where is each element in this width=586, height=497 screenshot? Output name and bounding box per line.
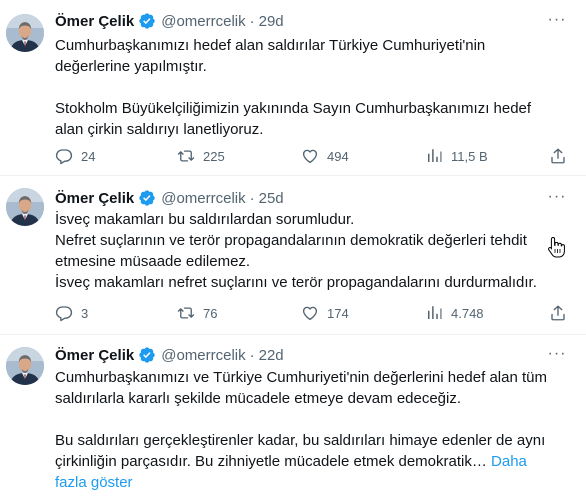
like-button[interactable]: 174	[301, 303, 349, 323]
views-count: 4.748	[451, 305, 484, 321]
reply-count: 3	[81, 305, 89, 321]
separator-dot: ·	[249, 12, 255, 30]
reply-button[interactable]: 3	[55, 303, 88, 323]
tweet-header: Ömer Çelik @omerrcelik · 22d	[55, 345, 284, 365]
text-line: İsveç makamları nefret suçlarını ve terö…	[55, 274, 537, 291]
avatar[interactable]	[6, 188, 44, 226]
text-line: çirkinliğin parçasıdır. Bu zihniyetle mü…	[55, 453, 487, 470]
retweet-button[interactable]: 76	[177, 303, 217, 323]
more-options-icon[interactable]: ···	[546, 344, 568, 364]
reply-count: 24	[81, 148, 96, 164]
text-line: alan çirkin saldırıyı lanetliyoruz.	[55, 121, 264, 138]
tweet-text: Cumhurbaşkanımızı hedef alan saldırılar …	[55, 35, 565, 140]
reply-icon	[55, 304, 73, 322]
author-name[interactable]: Ömer Çelik	[55, 347, 134, 364]
tweet-2[interactable]: Ömer Çelik @omerrcelik · 25d ··· İsveç m…	[0, 177, 586, 335]
tweet-header: Ömer Çelik @omerrcelik · 25d	[55, 188, 284, 208]
views-button[interactable]: 11,5 B	[425, 146, 488, 166]
retweet-icon	[177, 304, 195, 322]
author-handle[interactable]: @omerrcelik	[161, 347, 245, 364]
tweet-actions: 3 76 174 4.748	[55, 303, 575, 323]
avatar-image	[6, 188, 44, 226]
author-name[interactable]: Ömer Çelik	[55, 190, 134, 207]
views-icon	[425, 147, 443, 165]
like-count: 174	[327, 305, 349, 321]
text-line: etmesine müsaade edilemez.	[55, 253, 251, 270]
avatar[interactable]	[6, 14, 44, 52]
verified-badge-icon	[138, 346, 156, 364]
text-line: saldırılarla kararlı şekilde mücadele et…	[55, 390, 462, 407]
more-options-icon[interactable]: ···	[546, 10, 568, 30]
show-more-link[interactable]: Daha	[491, 453, 527, 470]
views-count: 11,5 B	[451, 148, 488, 164]
text-line: değerlerine yapılmıştır.	[55, 58, 207, 75]
tweet-3[interactable]: Ömer Çelik @omerrcelik · 22d ··· Cumhurb…	[0, 336, 586, 497]
text-line: Cumhurbaşkanımızı ve Türkiye Cumhuriyeti…	[55, 369, 547, 386]
reply-button[interactable]: 24	[55, 146, 95, 166]
like-button[interactable]: 494	[301, 146, 349, 166]
tweet-timestamp[interactable]: 29d	[259, 13, 284, 30]
text-line: Bu saldırıları gerçekleştirenler kadar, …	[55, 432, 546, 449]
tweet-header: Ömer Çelik @omerrcelik · 29d	[55, 11, 284, 31]
share-button[interactable]	[549, 146, 575, 166]
separator-dot: ·	[249, 346, 255, 364]
author-handle[interactable]: @omerrcelik	[161, 13, 245, 30]
more-options-icon[interactable]: ···	[546, 187, 568, 207]
text-line: Nefret suçlarının ve terör propagandalar…	[55, 232, 527, 249]
share-icon	[549, 147, 567, 165]
tweet-text: İsveç makamları bu saldırılardan sorumlu…	[55, 209, 565, 293]
views-icon	[425, 304, 443, 322]
author-handle[interactable]: @omerrcelik	[161, 190, 245, 207]
tweet-timestamp[interactable]: 22d	[259, 347, 284, 364]
text-line: Stokholm Büyükelçiliğimizin yakınında Sa…	[55, 100, 532, 117]
like-icon	[301, 304, 319, 322]
like-icon	[301, 147, 319, 165]
avatar-image	[6, 347, 44, 385]
text-line: Cumhurbaşkanımızı hedef alan saldırılar …	[55, 37, 486, 54]
retweet-icon	[177, 147, 195, 165]
text-line: İsveç makamları bu saldırılardan sorumlu…	[55, 211, 355, 228]
text-line-with-link: çirkinliğin parçasıdır. Bu zihniyetle mü…	[55, 451, 565, 472]
retweet-count: 225	[203, 148, 225, 164]
hand-cursor-icon	[548, 236, 565, 258]
avatar-image	[6, 14, 44, 52]
verified-badge-icon	[138, 189, 156, 207]
like-count: 494	[327, 148, 349, 164]
verified-badge-icon	[138, 12, 156, 30]
avatar[interactable]	[6, 347, 44, 385]
tweet-timestamp[interactable]: 25d	[259, 190, 284, 207]
show-more-link-line: fazla göster	[55, 472, 565, 493]
tweet-1[interactable]: Ömer Çelik @omerrcelik · 29d ··· Cumhurb…	[0, 0, 586, 176]
retweet-button[interactable]: 225	[177, 146, 225, 166]
views-button[interactable]: 4.748	[425, 303, 484, 323]
retweet-count: 76	[203, 305, 218, 321]
share-icon	[549, 304, 567, 322]
tweet-actions: 24 225 494 11,5 B	[55, 146, 575, 166]
share-button[interactable]	[549, 303, 575, 323]
author-name[interactable]: Ömer Çelik	[55, 13, 134, 30]
tweet-text: Cumhurbaşkanımızı ve Türkiye Cumhuriyeti…	[55, 367, 565, 493]
show-more-link-continued[interactable]: fazla göster	[55, 474, 133, 491]
reply-icon	[55, 147, 73, 165]
separator-dot: ·	[249, 189, 255, 207]
